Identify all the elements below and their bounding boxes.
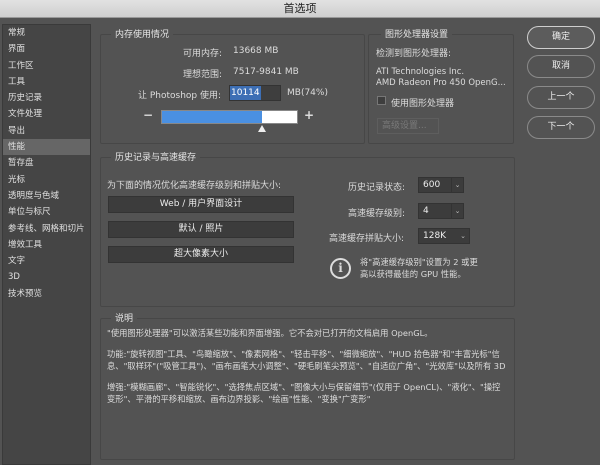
ok-button[interactable]: 确定 bbox=[527, 26, 595, 49]
title-bar: 首选项 bbox=[0, 0, 600, 18]
slider-fill bbox=[162, 111, 262, 123]
description-panel: "使用图形处理器"可以激活某些功能和界面增强。它不会对已打开的文档启用 Open… bbox=[100, 318, 515, 460]
sidebar-item-interface[interactable]: 界面 bbox=[3, 41, 90, 57]
cache-levels-select[interactable]: 4 ⌄ bbox=[418, 203, 464, 219]
preset-web-ui-button[interactable]: Web / 用户界面设计 bbox=[108, 196, 294, 213]
use-gpu-checkbox[interactable] bbox=[377, 96, 386, 105]
memory-input-value: 10114 bbox=[230, 86, 261, 100]
cache-levels-value: 4 bbox=[423, 206, 429, 216]
description-paragraph: 功能:"旋转视图"工具、"鸟瞰缩放"、"像素网格"、"轻击平移"、"细微缩放"、… bbox=[107, 349, 506, 371]
sidebar-item-cursors[interactable]: 光标 bbox=[3, 172, 90, 188]
sidebar-item-guides[interactable]: 参考线、网格和切片 bbox=[3, 221, 90, 237]
advanced-settings-button[interactable]: 高级设置... bbox=[377, 118, 439, 134]
gpu-info-text: 将"高速缓存级别"设置为 2 或更高以获得最佳的 GPU 性能。 bbox=[360, 257, 478, 279]
description-paragraph: 增强:"模糊画廊"、"智能锐化"、"选择焦点区域"、"图像大小与保留细节"(仅用… bbox=[107, 382, 501, 404]
use-gpu-label: 使用图形处理器 bbox=[391, 99, 455, 109]
sidebar-item-general[interactable]: 常规 bbox=[3, 25, 90, 41]
gpu-title: 图形处理器设置 bbox=[381, 27, 453, 40]
sidebar-item-units[interactable]: 单位与标尺 bbox=[3, 204, 90, 220]
chevron-down-icon: ⌄ bbox=[460, 232, 466, 240]
available-label: 可用内存: bbox=[183, 49, 223, 59]
history-states-label: 历史记录状态: bbox=[348, 183, 406, 193]
window-title: 首选项 bbox=[283, 2, 317, 15]
slider-thumb[interactable] bbox=[257, 125, 266, 132]
use-label: 让 Photoshop 使用: bbox=[138, 91, 222, 101]
increase-icon[interactable]: + bbox=[304, 108, 314, 122]
tile-size-label: 高速缓存拼贴大小: bbox=[329, 234, 405, 244]
chevron-down-icon: ⌄ bbox=[451, 178, 463, 192]
cache-levels-label: 高速缓存级别: bbox=[348, 209, 406, 219]
optimize-label: 为下面的情况优化高速缓存级别和拼贴大小: bbox=[107, 181, 282, 191]
description-title: 说明 bbox=[111, 311, 138, 324]
preset-huge-pixel-button[interactable]: 超大像素大小 bbox=[108, 246, 294, 263]
sidebar-item-scratch-disks[interactable]: 暂存盘 bbox=[3, 155, 90, 171]
chevron-down-icon: ⌄ bbox=[451, 204, 463, 218]
history-states-value: 600 bbox=[423, 180, 441, 190]
preset-default-photo-button[interactable]: 默认 / 照片 bbox=[108, 221, 294, 238]
available-value: 13668 MB bbox=[233, 46, 279, 56]
decrease-icon[interactable]: − bbox=[143, 108, 153, 122]
sidebar-item-plugins[interactable]: 增效工具 bbox=[3, 237, 90, 253]
sidebar-item-history[interactable]: 历史记录 bbox=[3, 90, 90, 106]
history-cache-title: 历史记录与高速缓存 bbox=[111, 150, 201, 163]
previous-button[interactable]: 上一个 bbox=[527, 86, 595, 109]
sidebar-item-3d[interactable]: 3D bbox=[3, 269, 90, 285]
memory-input[interactable]: 10114 bbox=[229, 85, 281, 101]
ideal-label: 理想范围: bbox=[183, 70, 223, 80]
sidebar-item-tools[interactable]: 工具 bbox=[3, 74, 90, 90]
gpu-model: AMD Radeon Pro 450 OpenG... bbox=[376, 78, 506, 88]
sidebar-item-file-handling[interactable]: 文件处理 bbox=[3, 106, 90, 122]
sidebar-item-workspace[interactable]: 工作区 bbox=[3, 58, 90, 74]
tile-size-select[interactable]: 128K ⌄ bbox=[418, 228, 470, 244]
memory-title: 内存使用情况 bbox=[111, 27, 174, 40]
sidebar-item-export[interactable]: 导出 bbox=[3, 123, 90, 139]
tile-size-value: 128K bbox=[423, 231, 447, 241]
memory-unit: MB(74%) bbox=[287, 88, 328, 98]
description-paragraph: "使用图形处理器"可以激活某些功能和界面增强。它不会对已打开的文档启用 Open… bbox=[107, 328, 433, 338]
ideal-value: 7517-9841 MB bbox=[233, 67, 299, 77]
info-icon: i bbox=[330, 258, 351, 279]
memory-slider[interactable] bbox=[161, 110, 298, 124]
sidebar-item-type[interactable]: 文字 bbox=[3, 253, 90, 269]
sidebar-item-performance[interactable]: 性能 bbox=[3, 139, 90, 156]
cancel-button[interactable]: 取消 bbox=[527, 55, 595, 78]
sidebar-item-tech-preview[interactable]: 技术预览 bbox=[3, 286, 90, 302]
history-states-select[interactable]: 600 ⌄ bbox=[418, 177, 464, 193]
sidebar: 常规 界面 工作区 工具 历史记录 文件处理 导出 性能 暂存盘 光标 透明度与… bbox=[2, 24, 91, 465]
sidebar-item-transparency[interactable]: 透明度与色域 bbox=[3, 188, 90, 204]
next-button[interactable]: 下一个 bbox=[527, 116, 595, 139]
gpu-vendor: ATI Technologies Inc. bbox=[376, 67, 465, 77]
gpu-detected-label: 检测到图形处理器: bbox=[376, 49, 452, 59]
